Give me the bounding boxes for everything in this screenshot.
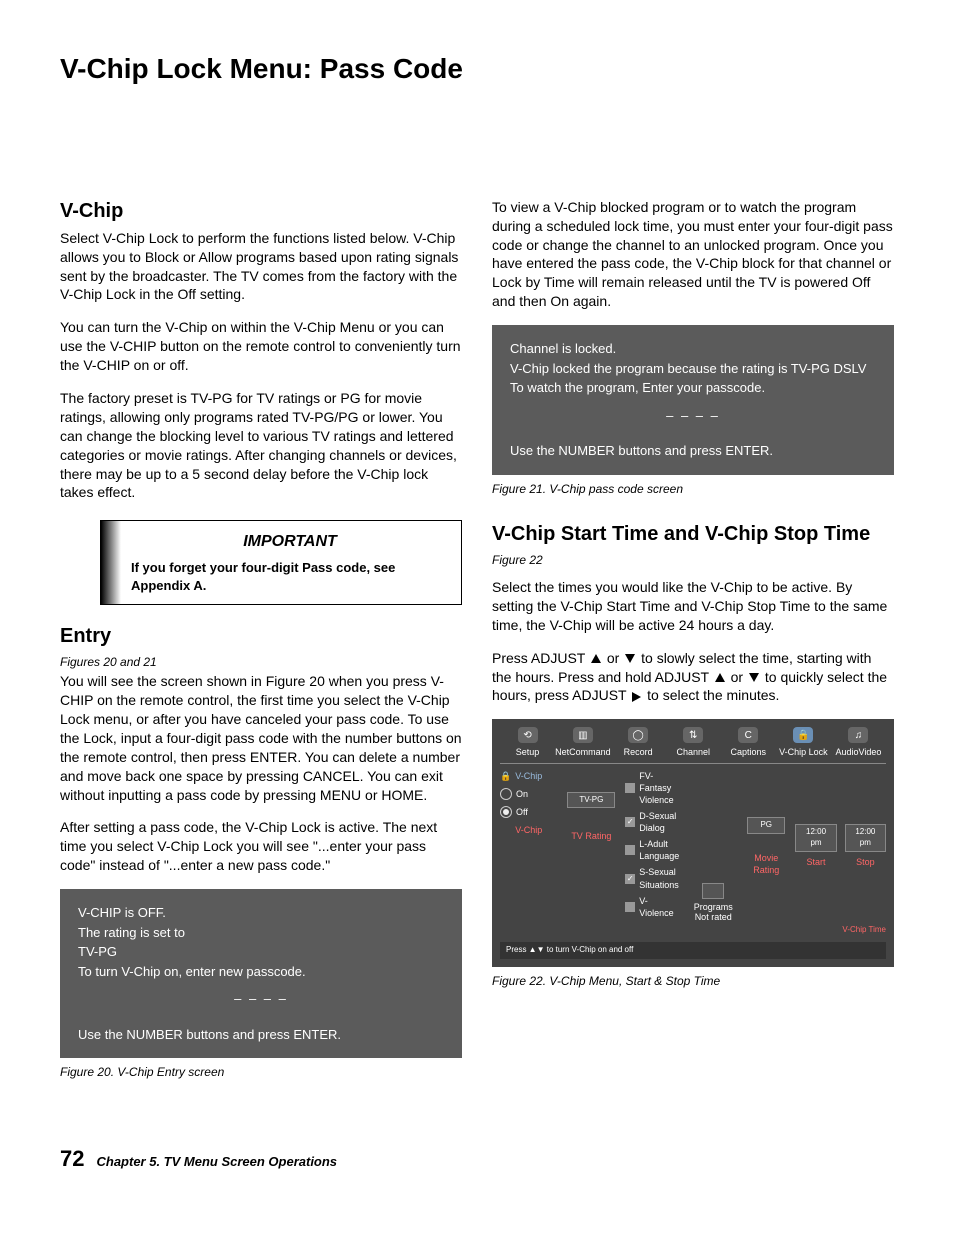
figure-reference: Figures 20 and 21 — [60, 654, 462, 670]
down-icon — [625, 654, 635, 663]
body-text: Press ADJUST or to slowly select the tim… — [492, 649, 894, 706]
figure-22-caption: Figure 22. V-Chip Menu, Start & Stop Tim… — [492, 973, 894, 989]
body-text: To view a V-Chip blocked program or to w… — [492, 198, 894, 311]
menu-tab-netcommand: ▥NetCommand — [555, 727, 611, 758]
check-icon — [625, 902, 635, 912]
programs-not-rated-box — [702, 883, 724, 899]
body-text: Select V-Chip Lock to perform the functi… — [60, 229, 462, 305]
vchip-onoff-group: 🔒V-Chip On Off V-Chip — [500, 770, 557, 837]
menu-tab-captions: CCaptions — [721, 727, 776, 758]
menu-tab-record: ◯Record — [611, 727, 666, 758]
figure-20-screenshot: V-CHIP is OFF. The rating is set to TV-P… — [60, 889, 462, 1058]
heading-entry: Entry — [60, 623, 462, 650]
stop-time-box: 12:00 pm — [845, 824, 886, 852]
page-footer: 72 Chapter 5. TV Menu Screen Operations — [60, 1144, 894, 1174]
passcode-dashes: – – – – — [78, 989, 444, 1009]
up-icon — [591, 654, 601, 663]
figure-22-screenshot: ⟲Setup ▥NetCommand ◯Record ⇅Channel CCap… — [492, 719, 894, 966]
screen-line: V-Chip locked the program because the ra… — [510, 359, 876, 379]
right-column: To view a V-Chip blocked program or to w… — [492, 198, 894, 1105]
body-text: You will see the screen shown in Figure … — [60, 672, 462, 804]
passcode-dashes: – – – – — [510, 406, 876, 426]
figure-21-caption: Figure 21. V-Chip pass code screen — [492, 481, 894, 497]
screen-line: To watch the program, Enter your passcod… — [510, 378, 876, 398]
body-text: The factory preset is TV-PG for TV ratin… — [60, 389, 462, 502]
pg-box: PG — [747, 817, 785, 834]
check-icon: ✓ — [625, 874, 635, 884]
screen-line: Use the NUMBER buttons and press ENTER. — [78, 1025, 444, 1045]
menu-tab-channel: ⇅Channel — [666, 727, 721, 758]
important-title: IMPORTANT — [131, 531, 449, 553]
screen-line: The rating is set to — [78, 923, 444, 943]
up-icon — [715, 673, 725, 682]
screen-line: Use the NUMBER buttons and press ENTER. — [510, 441, 876, 461]
figure-20-caption: Figure 20. V-Chip Entry screen — [60, 1064, 462, 1080]
body-text: You can turn the V-Chip on within the V-… — [60, 318, 462, 375]
down-icon — [749, 673, 759, 682]
important-body: If you forget your four-digit Pass code,… — [131, 559, 449, 594]
heading-vchip: V-Chip — [60, 198, 462, 225]
start-time-box: 12:00 pm — [795, 824, 836, 852]
tv-pg-box: TV-PG — [567, 792, 615, 809]
hint-bar: Press ▲▼ to turn V-Chip on and off — [500, 942, 886, 959]
heading-time: V-Chip Start Time and V-Chip Stop Time — [492, 521, 894, 548]
screen-line: V-CHIP is OFF. — [78, 903, 444, 923]
radio-on — [500, 788, 512, 800]
left-column: V-Chip Select V-Chip Lock to perform the… — [60, 198, 462, 1105]
check-icon — [625, 783, 635, 793]
menu-tab-setup: ⟲Setup — [500, 727, 555, 758]
body-text: Select the times you would like the V-Ch… — [492, 578, 894, 635]
important-callout: IMPORTANT If you forget your four-digit … — [100, 520, 462, 605]
check-icon — [625, 845, 635, 855]
check-icon: ✓ — [625, 817, 635, 827]
screen-line: TV-PG — [78, 942, 444, 962]
menu-tab-audiovideo: ♫AudioVideo — [831, 727, 886, 758]
radio-off — [500, 806, 512, 818]
right-icon — [632, 692, 641, 702]
menu-tab-vchip-lock: 🔒V-Chip Lock — [776, 727, 831, 758]
screen-line: To turn V-Chip on, enter new passcode. — [78, 962, 444, 982]
body-text: After setting a pass code, the V-Chip Lo… — [60, 818, 462, 875]
page-number: 72 — [60, 1144, 84, 1174]
screen-line: Channel is locked. — [510, 339, 876, 359]
figure-21-screenshot: Channel is locked. V-Chip locked the pro… — [492, 325, 894, 475]
page-title: V-Chip Lock Menu: Pass Code — [60, 50, 894, 88]
chapter-label: Chapter 5. TV Menu Screen Operations — [96, 1153, 337, 1171]
figure-reference: Figure 22 — [492, 552, 894, 568]
